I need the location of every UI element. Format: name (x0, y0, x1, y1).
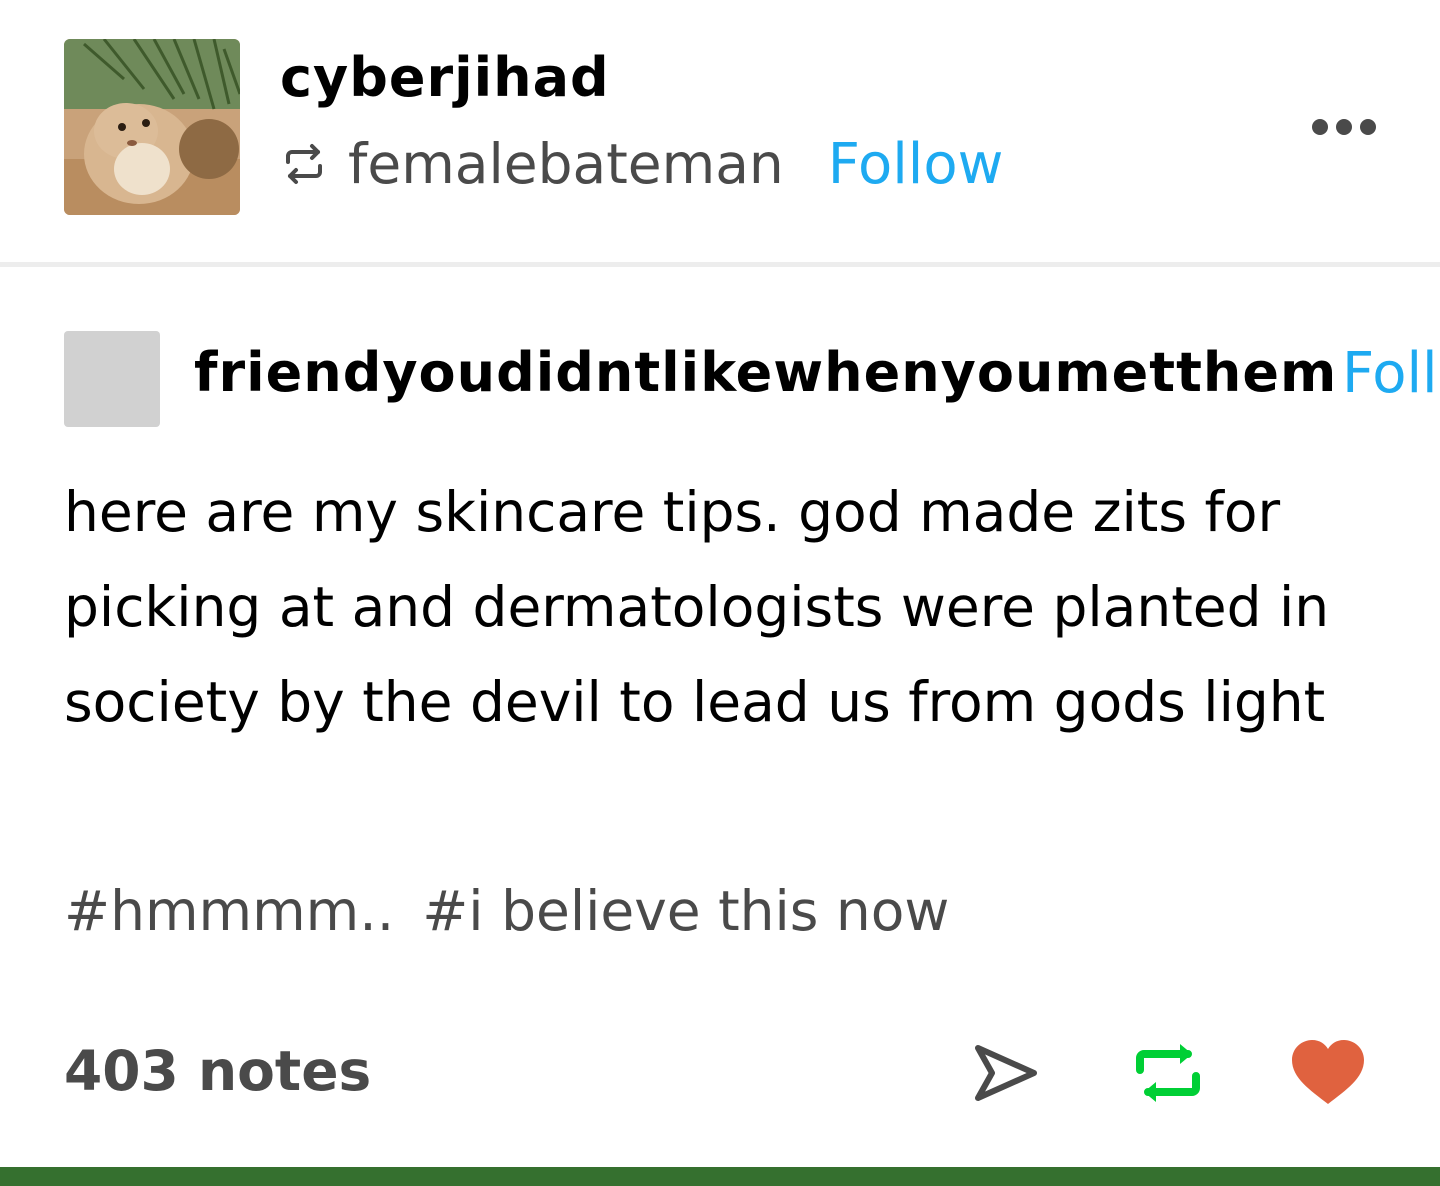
heart-icon (1292, 1040, 1364, 1104)
reblog-icon (286, 144, 322, 184)
more-options-button[interactable] (1308, 110, 1380, 144)
notes-count[interactable]: 403 notes (64, 1039, 371, 1103)
reblogged-from-username[interactable]: femalebateman (348, 132, 784, 196)
post-body-text: here are my skincare tips. god made zits… (64, 480, 1330, 734)
tag-link[interactable]: #hmmmm.. (64, 879, 394, 943)
reblog-icon (1136, 1044, 1200, 1102)
post-header: cyberjihad femalebateman Follow (0, 0, 1440, 262)
gerbil-avatar-image (64, 39, 240, 215)
trail-username[interactable]: friendyoudidntlikewhenyoumetthem (194, 341, 1337, 404)
bottom-color-bar (0, 1167, 1440, 1186)
reblog-trail-item: friendyoudidntlikewhenyoumetthem Foll he… (0, 267, 1440, 1167)
follow-button[interactable]: Follow (828, 132, 1004, 197)
share-button[interactable] (972, 1040, 1040, 1106)
trail-avatar-placeholder[interactable] (64, 331, 160, 427)
tag-link[interactable]: #i believe this now (422, 879, 949, 943)
reblog-button[interactable] (1134, 1040, 1202, 1106)
like-button[interactable] (1290, 1040, 1366, 1106)
reblog-attribution: femalebateman Follow (280, 132, 1004, 197)
share-icon (975, 1045, 1037, 1101)
author-avatar[interactable] (64, 39, 240, 215)
ellipsis-icon (1312, 119, 1376, 135)
trail-follow-button[interactable]: Foll (1342, 341, 1438, 406)
author-username[interactable]: cyberjihad (280, 46, 610, 109)
tag-list: #hmmmm.. #i believe this now (64, 879, 977, 943)
